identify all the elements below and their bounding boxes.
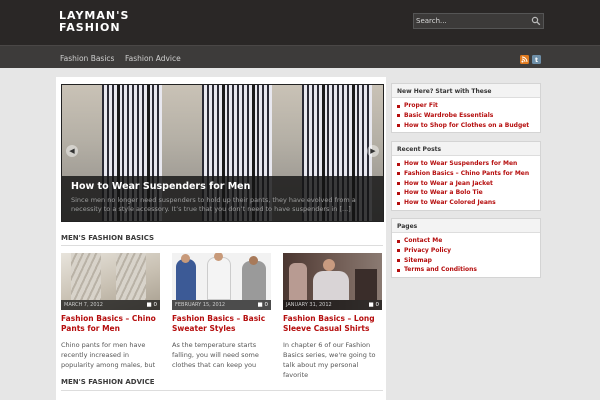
comment-count[interactable]: ■ 0	[147, 302, 157, 308]
widget-link[interactable]: Sitemap	[397, 257, 540, 267]
comment-count[interactable]: ■ 0	[369, 302, 379, 308]
widget-link[interactable]: Fashion Basics – Chino Pants for Men	[397, 170, 540, 180]
widget-title: Pages	[392, 219, 540, 233]
widget-title: Recent Posts	[392, 142, 540, 156]
widget-link[interactable]: How to Shop for Clothes on a Budget	[397, 122, 540, 132]
post-title[interactable]: Fashion Basics – Basic Sweater Styles	[172, 314, 271, 334]
widget-link[interactable]: Terms and Conditions	[397, 266, 540, 276]
search-icon[interactable]	[531, 16, 541, 26]
site-header: LAYMAN'S FASHION	[0, 0, 600, 45]
section-title-advice: MEN'S FASHION ADVICE	[61, 378, 155, 386]
slider-next-icon[interactable]: ▶	[367, 145, 379, 157]
widget-link[interactable]: Basic Wardrobe Essentials	[397, 112, 540, 122]
widget-pages: Pages Contact Me Privacy Policy Sitemap …	[391, 218, 541, 278]
post-card: FEBRUARY 15, 2012 ■ 0 Fashion Basics – B…	[172, 253, 271, 370]
widget-link[interactable]: Privacy Policy	[397, 247, 540, 257]
slide-excerpt: Since men no longer need suspenders to h…	[71, 196, 356, 213]
widget-link[interactable]: How to Wear a Jean Jacket	[397, 180, 540, 190]
post-thumbnail[interactable]: JANUARY 31, 2012 ■ 0	[283, 253, 382, 310]
search-input[interactable]	[416, 15, 526, 27]
post-excerpt: As the temperature starts falling, you w…	[172, 341, 259, 369]
divider	[61, 245, 383, 246]
widget-link[interactable]: Proper Fit	[397, 102, 540, 112]
widget-link[interactable]: How to Wear a Bolo Tie	[397, 189, 540, 199]
post-date: FEBRUARY 15, 2012	[175, 302, 226, 308]
divider	[61, 390, 383, 391]
widget-link[interactable]: How to Wear Suspenders for Men	[397, 160, 540, 170]
widget-link[interactable]: Contact Me	[397, 237, 540, 247]
widget-link[interactable]: How to Wear Colored Jeans	[397, 199, 540, 209]
widget-recent-posts: Recent Posts How to Wear Suspenders for …	[391, 141, 541, 211]
slide-caption: How to Wear Suspenders for Men Since men…	[62, 176, 383, 221]
post-date: MARCH 7, 2012	[64, 302, 103, 308]
slide-title[interactable]: How to Wear Suspenders for Men	[71, 181, 250, 192]
post-card: MARCH 7, 2012 ■ 0 Fashion Basics – Chino…	[61, 253, 160, 370]
post-thumbnail[interactable]: FEBRUARY 15, 2012 ■ 0	[172, 253, 271, 310]
widget-title: New Here? Start with These	[392, 84, 540, 98]
post-thumbnail[interactable]: MARCH 7, 2012 ■ 0	[61, 253, 160, 310]
featured-slider[interactable]: ◀ ▶ How to Wear Suspenders for Men Since…	[61, 84, 384, 222]
rss-icon[interactable]	[520, 55, 529, 64]
post-card: JANUARY 31, 2012 ■ 0 Fashion Basics – Lo…	[283, 253, 382, 380]
post-title[interactable]: Fashion Basics – Long Sleeve Casual Shir…	[283, 314, 382, 334]
section-title-basics: MEN'S FASHION BASICS	[61, 234, 155, 242]
twitter-icon[interactable]: t	[532, 55, 541, 64]
comment-count[interactable]: ■ 0	[258, 302, 268, 308]
widget-start-here: New Here? Start with These Proper Fit Ba…	[391, 83, 541, 133]
post-excerpt: Chino pants for men have recently increa…	[61, 341, 156, 369]
main-nav: Fashion Basics Fashion Advice	[0, 45, 600, 68]
logo-line-2: FASHION	[59, 21, 121, 34]
slider-prev-icon[interactable]: ◀	[66, 145, 78, 157]
site-logo[interactable]: LAYMAN'S FASHION	[59, 10, 129, 34]
nav-item-fashion-basics[interactable]: Fashion Basics	[60, 54, 114, 63]
post-title[interactable]: Fashion Basics – Chino Pants for Men	[61, 314, 160, 334]
post-excerpt: In chapter 6 of our Fashion Basics serie…	[283, 341, 376, 379]
search-box	[413, 13, 544, 29]
svg-text:t: t	[535, 56, 538, 64]
nav-item-fashion-advice[interactable]: Fashion Advice	[125, 54, 181, 63]
post-date: JANUARY 31, 2012	[286, 302, 332, 308]
